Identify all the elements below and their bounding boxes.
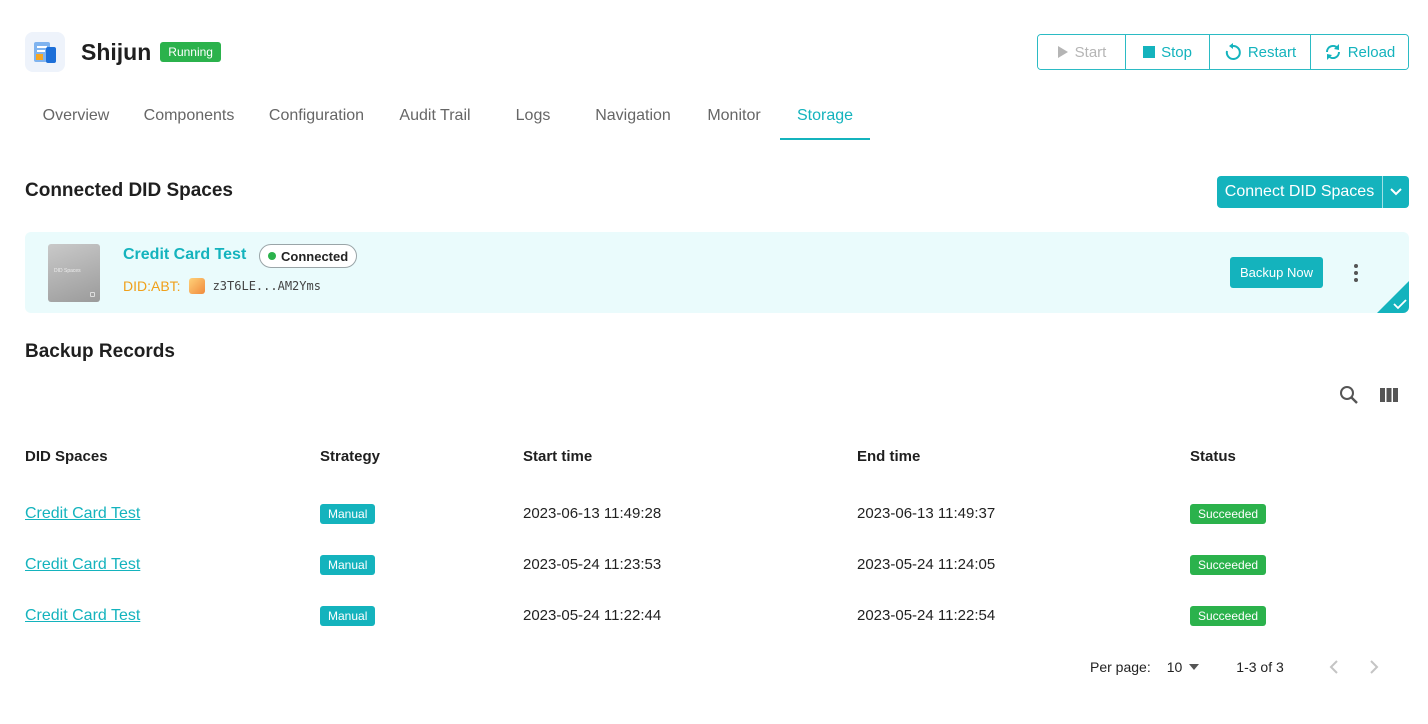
strategy-badge: Manual [320,554,376,575]
did-avatar [188,278,205,294]
chevron-down-icon[interactable] [1383,176,1409,208]
tab-storage[interactable]: Storage [780,92,870,140]
status-badge: Succeeded [1190,554,1267,575]
tab-navigation[interactable]: Navigation [578,92,688,140]
page-range: 1-3 of 3 [1236,659,1284,675]
table-row: Credit Card Test Manual 2023-05-24 11:23… [25,539,1409,590]
did-value[interactable]: z3T6LE...AM2Yms [213,279,321,293]
tab-overview[interactable]: Overview [25,92,127,140]
tab-monitor[interactable]: Monitor [688,92,780,140]
did-label: DID:ABT: [123,278,181,294]
backup-now-button[interactable]: Backup Now [1230,257,1323,288]
backup-records-title: Backup Records [25,341,175,362]
check-icon [1393,299,1407,310]
app-header: Shijun Running [25,32,221,72]
stop-button[interactable]: Stop [1125,35,1209,69]
space-link[interactable]: Credit Card Test [25,556,140,573]
space-link[interactable]: Credit Card Test [25,505,140,522]
arrow-drop-down-icon[interactable] [1188,663,1200,671]
app-status-badge: Running [160,42,221,62]
table-row: Credit Card Test Manual 2023-06-13 11:49… [25,488,1409,539]
end-time: 2023-05-24 11:22:54 [857,607,996,624]
tab-audit-trail[interactable]: Audit Trail [382,92,488,140]
search-icon[interactable] [1337,383,1361,407]
backup-records-table: DID Spaces Strategy Start time End time … [25,436,1409,641]
reload-button-label: Reload [1347,43,1396,61]
play-icon [1057,46,1068,58]
app-title: Shijun [81,38,152,65]
strategy-badge: Manual [320,605,376,626]
status-badge: Succeeded [1190,605,1267,626]
strategy-badge: Manual [320,503,376,524]
restart-button-label: Restart [1247,43,1297,61]
app-logo-icon [25,32,65,72]
connect-did-spaces-button[interactable]: Connect DID Spaces [1217,176,1409,208]
tab-bar: Overview Components Configuration Audit … [25,92,870,140]
did-space-card: DID Spaces Credit Card Test Connected DI… [25,232,1409,313]
status-dot [268,252,276,260]
did-address-row: DID:ABT: z3T6LE...AM2Yms [123,278,321,294]
did-space-thumbnail: DID Spaces [48,244,100,302]
table-row: Credit Card Test Manual 2023-05-24 11:22… [25,590,1409,641]
start-time: 2023-05-24 11:23:53 [523,556,662,573]
restart-icon [1225,43,1241,60]
status-badge: Succeeded [1190,503,1267,524]
column-header[interactable]: Start time [523,448,857,465]
thumbnail-text: DID Spaces [54,268,81,274]
column-header[interactable]: Strategy [320,448,523,465]
restart-button[interactable]: Restart [1209,35,1310,69]
tab-components[interactable]: Components [127,92,251,140]
thumbnail-mark [90,292,95,297]
column-header[interactable]: DID Spaces [25,448,320,465]
tab-logs[interactable]: Logs [488,92,578,140]
end-time: 2023-06-13 11:49:37 [857,505,996,522]
column-header[interactable]: Status [1190,448,1409,465]
end-time: 2023-05-24 11:24:05 [857,556,996,573]
columns-icon[interactable] [1377,383,1401,407]
did-space-name[interactable]: Credit Card Test [123,246,246,264]
connection-status-label: Connected [281,248,349,264]
reload-button[interactable]: Reload [1310,35,1408,69]
start-time: 2023-05-24 11:22:44 [523,607,662,624]
column-header[interactable]: End time [857,448,1190,465]
connect-did-spaces-label[interactable]: Connect DID Spaces [1217,176,1383,208]
start-button-label: Start [1074,43,1107,61]
chevron-left-icon[interactable] [1314,660,1354,674]
reload-icon [1325,44,1340,60]
stop-icon [1143,46,1156,58]
start-time: 2023-06-13 11:49:28 [523,505,662,522]
pagination: Per page: 10 1-3 of 3 [1090,655,1394,679]
chevron-right-icon[interactable] [1354,660,1394,674]
more-vert-icon[interactable] [1345,260,1367,286]
connection-status-badge: Connected [259,244,358,268]
space-link[interactable]: Credit Card Test [25,607,140,624]
tab-configuration[interactable]: Configuration [251,92,382,140]
table-header: DID Spaces Strategy Start time End time … [25,436,1409,476]
connected-spaces-title: Connected DID Spaces [25,180,233,201]
app-control-group: Start Stop Restart Reload [1037,34,1409,70]
per-page-value[interactable]: 10 [1167,659,1183,675]
start-button[interactable]: Start [1038,35,1125,69]
per-page-label: Per page: [1090,659,1151,675]
per-page-select[interactable]: 10 [1167,659,1201,675]
stop-button-label: Stop [1161,43,1192,61]
